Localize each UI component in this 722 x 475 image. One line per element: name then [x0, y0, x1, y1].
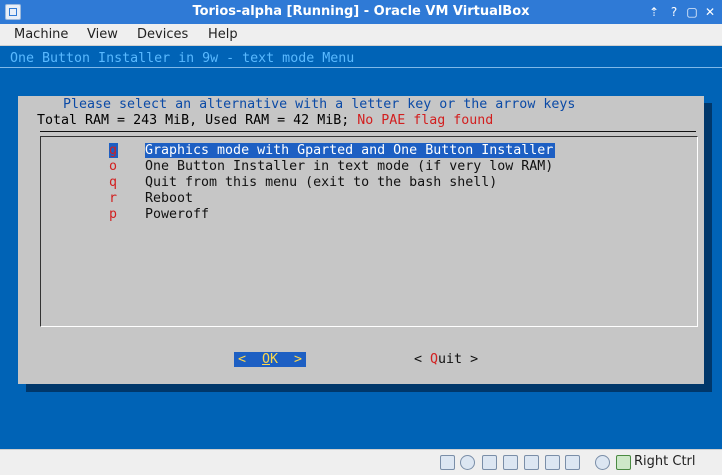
menu-item-reboot[interactable]: r Reboot: [41, 191, 697, 207]
menu-item-poweroff[interactable]: p Poweroff: [41, 207, 697, 223]
backtitle: One Button Installer in 9w - text mode M…: [10, 51, 355, 66]
cpu-icon[interactable]: [595, 455, 610, 470]
menu-help[interactable]: Help: [206, 24, 240, 46]
quit-bracket-left: <: [414, 352, 431, 367]
pae-warning: No PAE flag found: [357, 113, 494, 128]
dialog-prompt: Please select an alternative with a lett…: [63, 97, 576, 112]
status-bar: Right Ctrl: [0, 449, 722, 475]
quit-button[interactable]: < Quit >: [414, 352, 478, 367]
menu-devices[interactable]: Devices: [135, 24, 190, 46]
help-icon[interactable]: ⇡: [646, 4, 662, 20]
host-key-label: Right Ctrl: [634, 454, 696, 469]
menu-dialog: Please select an alternative with a lett…: [18, 96, 704, 384]
keyboard-capture-icon[interactable]: [616, 455, 631, 470]
shared-folders-icon[interactable]: [524, 455, 539, 470]
menu-item-label: Quit from this menu (exit to the bash sh…: [145, 175, 498, 190]
menu-item-key: g: [109, 143, 118, 158]
menu-bar: Machine View Devices Help: [0, 24, 722, 46]
menu-item-key: p: [109, 207, 118, 222]
menu-list: g Graphics mode with Gparted and One But…: [40, 136, 698, 327]
ok-bracket-left: <: [237, 352, 246, 367]
menu-item-quit[interactable]: q Quit from this menu (exit to the bash …: [41, 175, 697, 191]
usb-icon[interactable]: [482, 455, 497, 470]
ok-hotkey: O: [261, 352, 270, 367]
menu-item-textmode[interactable]: o One Button Installer in text mode (if …: [41, 159, 697, 175]
menu-machine[interactable]: Machine: [12, 24, 70, 46]
window-title: Torios-alpha [Running] - Oracle VM Virtu…: [192, 4, 530, 19]
quit-bracket-right: >: [462, 352, 479, 367]
ok-bracket-right: >: [294, 352, 303, 367]
dialog-shadow: [704, 103, 712, 391]
maximize-icon[interactable]: ▢: [684, 4, 700, 20]
menu-item-label: Poweroff: [145, 207, 210, 222]
menu-item-label: Reboot: [145, 191, 194, 206]
video-capture-icon[interactable]: [565, 455, 580, 470]
menu-item-label: One Button Installer in text mode (if ve…: [145, 159, 554, 174]
ram-info-text: Total RAM = 243 MiB, Used RAM = 42 MiB;: [37, 113, 358, 128]
ok-label: K: [270, 352, 279, 367]
dialog-shadow: [26, 384, 712, 392]
hard-disk-icon[interactable]: [440, 455, 455, 470]
menu-item-key: q: [109, 175, 118, 190]
vm-display[interactable]: One Button Installer in 9w - text mode M…: [0, 46, 722, 449]
ok-button[interactable]: < OK >: [234, 352, 306, 367]
network-icon[interactable]: [503, 455, 518, 470]
close-icon[interactable]: ✕: [702, 4, 718, 20]
window-titlebar[interactable]: Torios-alpha [Running] - Oracle VM Virtu…: [0, 0, 722, 24]
menu-item-label: Graphics mode with Gparted and One Butto…: [145, 143, 556, 158]
menu-item-key: r: [109, 191, 118, 206]
backtitle-divider: [0, 67, 722, 68]
quit-label: uit: [438, 352, 463, 367]
menu-item-key: o: [109, 159, 118, 174]
menu-view[interactable]: View: [85, 24, 120, 46]
quit-hotkey: Q: [430, 352, 439, 367]
menu-item-graphics[interactable]: g Graphics mode with Gparted and One But…: [41, 143, 697, 159]
optical-drive-icon[interactable]: [460, 455, 475, 470]
display-icon[interactable]: [545, 455, 560, 470]
dialog-separator: [40, 131, 696, 132]
context-help-icon[interactable]: ?: [666, 4, 682, 20]
ram-info: Total RAM = 243 MiB, Used RAM = 42 MiB; …: [37, 113, 493, 128]
